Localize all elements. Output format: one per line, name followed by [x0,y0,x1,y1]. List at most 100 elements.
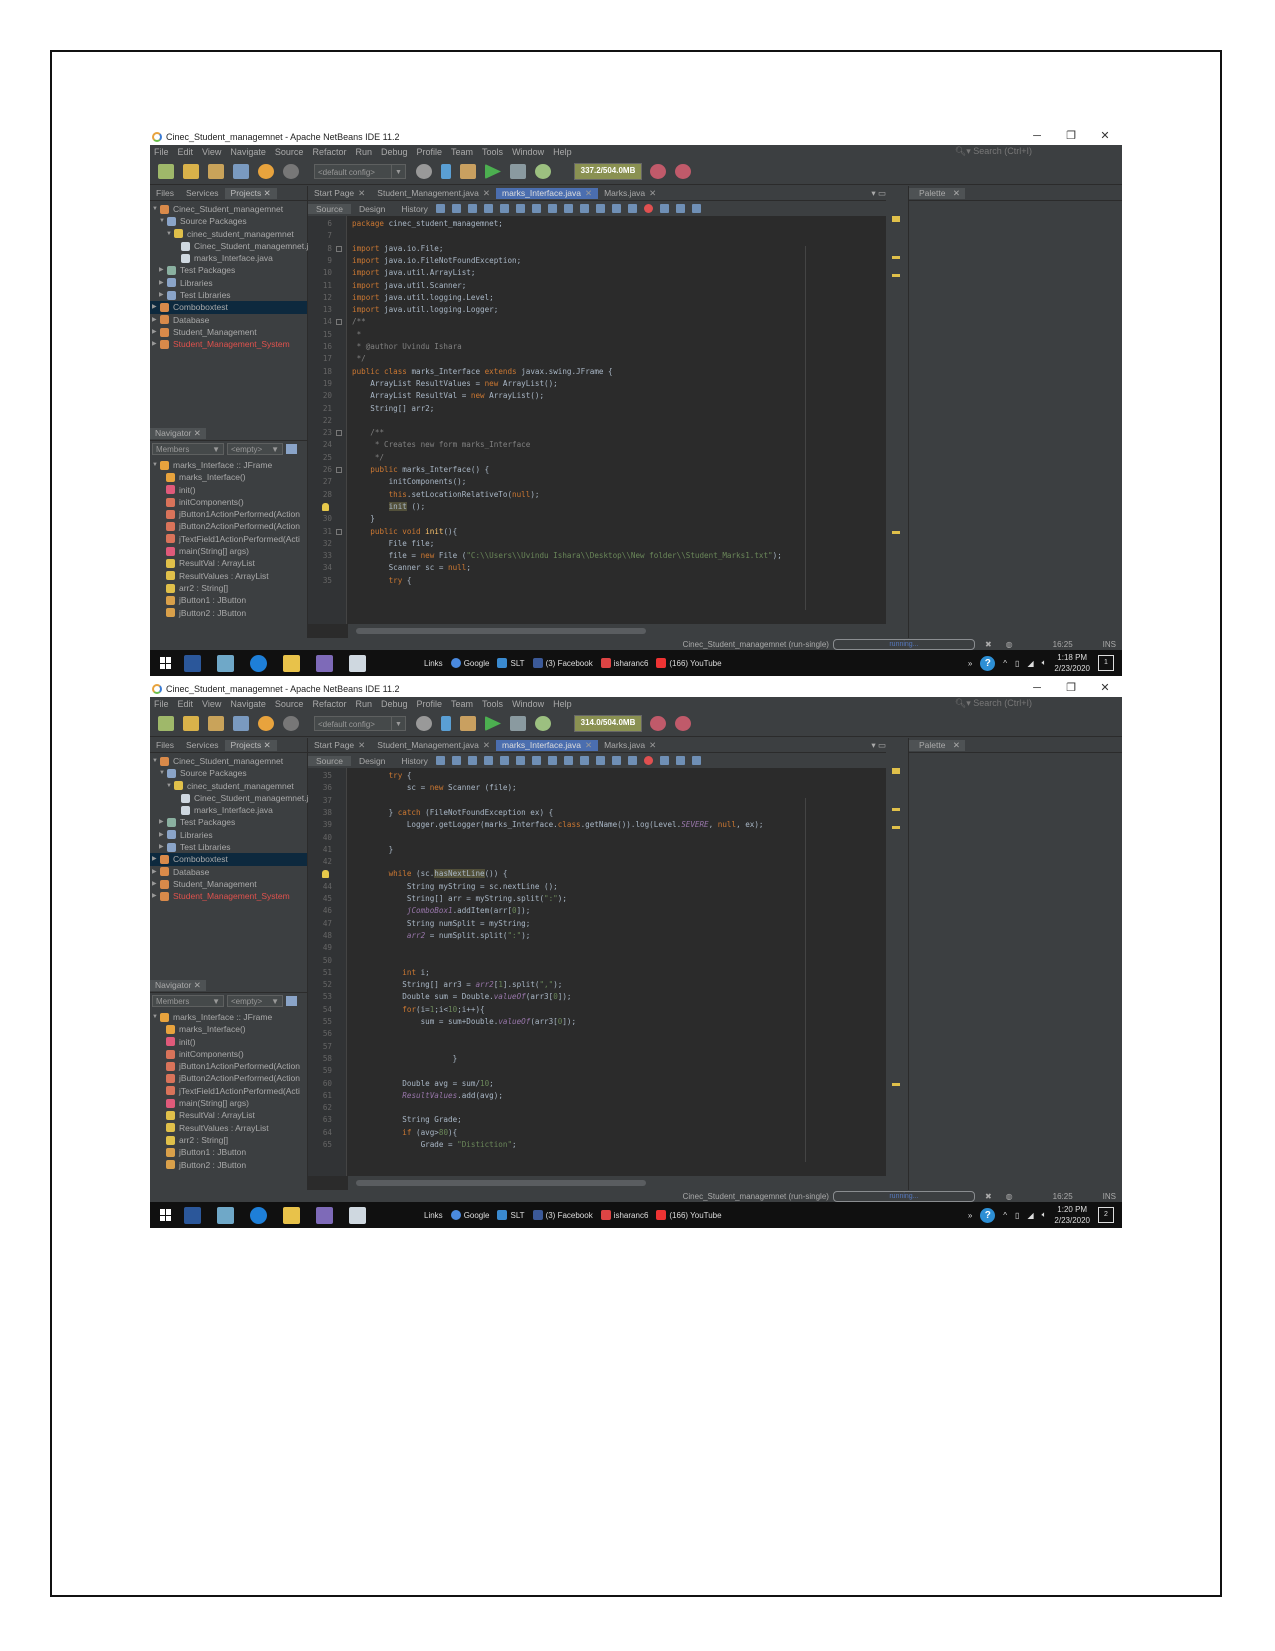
hint-bulb-icon[interactable] [322,502,329,511]
clock[interactable]: 1:18 PM 2/23/2020 [1054,652,1090,674]
warning-marker[interactable] [892,808,900,811]
uncomment-icon[interactable] [691,204,701,213]
project-tree-item[interactable]: ▶ Comboboxtest [150,301,307,314]
menu-window[interactable]: Window [512,699,544,709]
navigator-tab[interactable]: Navigator ✕ [150,427,206,439]
next-bookmark-icon[interactable] [579,756,589,765]
prev-occurrence-icon[interactable] [499,756,509,765]
edge-app-icon[interactable] [250,1206,267,1224]
scrollbar-thumb[interactable] [356,628,646,634]
next-occurrence-icon[interactable] [515,756,525,765]
collapsed-arrow-icon[interactable]: ▶ [152,314,160,326]
progress-bar[interactable]: running... [832,1190,975,1202]
error-stripe[interactable] [886,738,908,1190]
code-line[interactable]: 6 package cinec_student_managemnet; [308,218,886,230]
forward-icon[interactable] [451,204,461,213]
code-line[interactable]: 14 /** [308,316,886,328]
navigator-member[interactable]: marks_Interface() [150,471,307,483]
wifi-icon[interactable]: ◢ [1027,659,1033,668]
volume-icon[interactable]: 🔈︎ [1042,658,1047,668]
warning-marker[interactable] [892,768,900,774]
scope-select[interactable]: <empty> ▼ [227,443,283,455]
horizontal-scrollbar[interactable] [348,1176,886,1190]
view-tab-design[interactable]: Design [351,756,393,766]
code-line[interactable]: 48 arr2 = numSplit.split(":"); [308,930,886,942]
undo-icon[interactable] [258,716,274,731]
navigator-member[interactable]: ResultValues : ArrayList [150,1122,307,1134]
members-select[interactable]: Members ▼ [152,443,224,455]
code-line[interactable]: 33 file = new File ("C:\\Users\\Uvindu I… [308,550,886,562]
globe-icon[interactable] [416,164,432,179]
shift-right-icon[interactable] [627,204,637,213]
editor-tab-marks-java[interactable]: Marks.java ✕ [598,188,662,199]
editor-tab-marks-interface-java[interactable]: marks_Interface.java ✕ [496,187,599,199]
project-tree-item[interactable]: ▶ Test Libraries [150,289,307,301]
project-tree-item[interactable]: ▼ Source Packages [150,767,307,779]
link-gmail[interactable]: isharanc6 [600,658,648,668]
project-tree-item[interactable]: ▶ Student_Management_System [150,338,307,350]
next-occurrence-icon[interactable] [515,204,525,213]
code-line[interactable]: 58 } [308,1053,886,1065]
project-tree-item[interactable]: ▶ Student_Management [150,326,307,338]
link-google[interactable]: Google [450,658,489,668]
code-line[interactable]: 38 } catch (FileNotFoundException ex) { [308,807,886,819]
gc-icon[interactable] [650,164,666,179]
project-tree-item[interactable]: ▼ cinec_student_managemnet [150,228,307,240]
show-hidden-icons[interactable]: ^ [1003,1211,1007,1220]
close-button[interactable]: ✕ [1088,128,1122,145]
code-line[interactable]: 35 try { [308,575,886,587]
code-line[interactable]: 61 ResultValues.add(avg); [308,1090,886,1102]
menu-navigate[interactable]: Navigate [230,699,266,709]
code-line[interactable]: 16 * @author Uvindu Ishara [308,341,886,353]
code-line[interactable]: 22 [308,415,886,427]
menu-file[interactable]: File [154,147,169,157]
menu-view[interactable]: View [202,147,221,157]
expanded-arrow-icon[interactable]: ▼ [152,755,160,767]
tab-projects[interactable]: Projects ✕ [224,187,277,199]
expanded-arrow-icon[interactable]: ▼ [159,215,167,227]
new-file-icon[interactable] [158,716,174,731]
profile-ide-icon[interactable] [675,716,691,731]
edge-app-icon[interactable] [250,654,267,672]
code-line[interactable]: 62 [308,1102,886,1114]
navigator-member[interactable]: ResultVal : ArrayList [150,557,307,569]
navigator-member[interactable]: ResultValues : ArrayList [150,570,307,582]
action-center-icon[interactable]: 1 [1098,655,1114,671]
find-icon[interactable] [483,204,493,213]
config-select[interactable]: <default config> ▼ [314,716,406,731]
project-tree-item[interactable]: Cinec_Student_managemnet.ja [150,792,313,804]
prev-bookmark-icon[interactable] [563,756,573,765]
menu-help[interactable]: Help [553,699,572,709]
save-all-icon[interactable] [233,164,249,179]
navigator-member[interactable]: jButton2 : JButton [150,1159,307,1171]
navigator-member[interactable]: arr2 : String[] [150,1134,307,1146]
navigator-member[interactable]: marks_Interface() [150,1023,307,1035]
code-line[interactable]: 64 if (avg>80){ [308,1127,886,1139]
menu-run[interactable]: Run [355,147,372,157]
collapsed-arrow-icon[interactable]: ▶ [152,326,160,338]
warning-marker[interactable] [892,826,900,829]
view-tab-source[interactable]: Source [308,755,351,766]
menu-source[interactable]: Source [275,147,304,157]
code-line[interactable]: 23 /** [308,427,886,439]
project-tree-item[interactable]: ▶ Comboboxtest [150,853,307,866]
hint-bulb-icon[interactable] [322,870,329,879]
start-macro-icon[interactable] [643,204,653,213]
editor-tab-start-page[interactable]: Start Page ✕ [308,740,371,751]
back-icon[interactable] [435,204,445,213]
code-line[interactable]: 26 public marks_Interface() { [308,464,886,476]
start-macro-icon[interactable] [643,756,653,765]
code-line[interactable]: 7 [308,230,886,242]
navigator-member[interactable]: ▼ marks_Interface :: JFrame [150,1011,307,1023]
code-line[interactable]: 12 import java.util.logging.Level; [308,292,886,304]
collapsed-arrow-icon[interactable]: ▶ [159,829,167,841]
expanded-arrow-icon[interactable]: ▼ [166,228,174,240]
tab-files[interactable]: Files [150,188,180,198]
navigator-member[interactable]: jButton1 : JButton [150,1146,307,1158]
navigator-member[interactable]: jButton2ActionPerformed(Action [150,520,307,532]
editor-tab-student-management-java[interactable]: Student_Management.java ✕ [371,740,496,751]
code-line[interactable]: 28 this.setLocationRelativeTo(null); [308,489,886,501]
close-tab-icon[interactable]: ✕ [483,740,490,750]
fold-toggle-icon[interactable] [336,467,342,473]
open-project-icon[interactable] [208,164,224,179]
